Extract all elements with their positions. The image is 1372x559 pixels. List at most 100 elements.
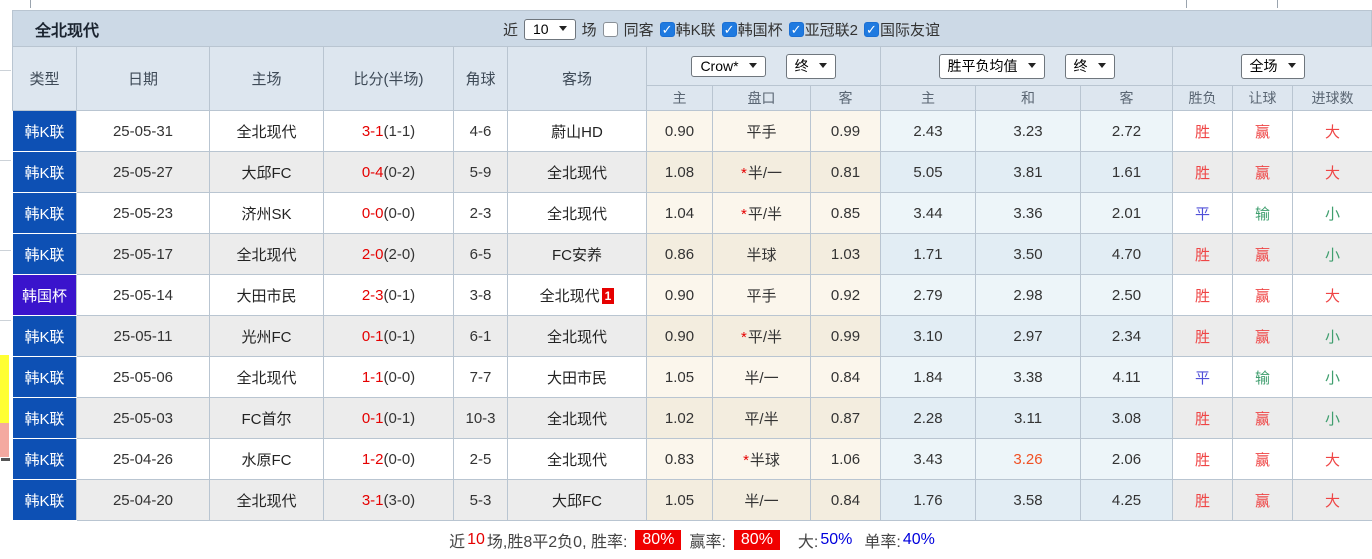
mean-draw-cell: 3.26 — [976, 439, 1081, 480]
odds-home-cell: 0.86 — [647, 234, 713, 275]
away-team-cell[interactable]: 全北现代1 — [508, 275, 647, 316]
sliver-row-line — [0, 320, 11, 321]
footer-summary: 场,胜8平2负0, 胜率: — [487, 528, 627, 552]
score-cell: 0-1(0-1) — [324, 316, 454, 357]
corners-cell: 2-3 — [454, 193, 508, 234]
mean-type-select[interactable]: 胜平负均值 — [939, 54, 1045, 79]
handicap-result-cell: 赢 — [1233, 398, 1293, 439]
handicap-rate-badge: 80% — [734, 530, 780, 550]
scope-select[interactable]: 全场 — [1241, 54, 1305, 79]
handicap-line-cell: 半/一 — [713, 357, 811, 398]
league-checkbox-friendly[interactable] — [864, 22, 879, 37]
odds-time-select[interactable]: 终 — [786, 54, 836, 79]
away-team-cell[interactable]: FC安养 — [508, 234, 647, 275]
odds-home-cell: 0.90 — [647, 275, 713, 316]
league-label-acl2: 亚冠联2 — [805, 19, 858, 40]
home-team-cell[interactable]: 大田市民 — [210, 275, 324, 316]
handicap-line-cell: *半球 — [713, 439, 811, 480]
same-venue-checkbox[interactable] — [603, 22, 618, 37]
match-date-cell: 25-05-06 — [77, 357, 210, 398]
chevron-down-icon — [1288, 63, 1296, 68]
league-checkbox-kleague[interactable] — [660, 22, 675, 37]
away-team-cell[interactable]: 全北现代 — [508, 193, 647, 234]
result-group-header: 全场 — [1173, 47, 1372, 86]
handicap-result-cell: 赢 — [1233, 111, 1293, 152]
handicap-result-cell: 赢 — [1233, 234, 1293, 275]
match-type-cell[interactable]: 韩K联 — [13, 357, 77, 398]
mean-away-cell: 2.72 — [1081, 111, 1173, 152]
handicap-line-cell: 半/一 — [713, 480, 811, 521]
odds-away-cell: 0.84 — [811, 480, 881, 521]
match-type-cell[interactable]: 韩K联 — [13, 316, 77, 357]
match-type-cell[interactable]: 韩K联 — [13, 234, 77, 275]
handicap-result-cell: 赢 — [1233, 316, 1293, 357]
match-history-table: 类型 日期 主场 比分(半场) 角球 客场 Crow* 终 — [12, 46, 1372, 521]
title-band: 全北现代 近 10 场 同客 韩K联 韩国杯 — [12, 10, 1372, 46]
odds-away-cell: 0.81 — [811, 152, 881, 193]
home-team-cell[interactable]: 水原FC — [210, 439, 324, 480]
mean-draw-cell: 2.97 — [976, 316, 1081, 357]
filter-bar: 近 10 场 同客 韩K联 韩国杯 亚冠联2 — [503, 11, 940, 47]
match-type-cell[interactable]: 韩K联 — [13, 193, 77, 234]
home-team-cell[interactable]: FC首尔 — [210, 398, 324, 439]
edge-divider — [1277, 0, 1278, 8]
sliver-yellow-block — [0, 355, 9, 423]
odds-source-select[interactable]: Crow* — [691, 56, 765, 77]
match-type-cell[interactable]: 韩K联 — [13, 152, 77, 193]
handicap-result-cell: 赢 — [1233, 480, 1293, 521]
home-team-cell[interactable]: 全北现代 — [210, 357, 324, 398]
home-team-cell[interactable]: 全北现代 — [210, 234, 324, 275]
table-row: 韩K联 25-05-17 全北现代 2-0(2-0) 6-5 FC安养 0.86… — [13, 234, 1372, 275]
away-team-cell[interactable]: 全北现代 — [508, 152, 647, 193]
star-marker: * — [741, 206, 747, 223]
chevron-down-icon — [749, 63, 757, 68]
mean-draw-cell: 3.50 — [976, 234, 1081, 275]
scope-value: 全场 — [1250, 56, 1278, 76]
mean-away-cell: 2.06 — [1081, 439, 1173, 480]
league-checkbox-acl2[interactable] — [789, 22, 804, 37]
mean-away-cell: 2.50 — [1081, 275, 1173, 316]
home-team-cell[interactable]: 济州SK — [210, 193, 324, 234]
away-team-cell[interactable]: 全北现代 — [508, 439, 647, 480]
match-type-cell[interactable]: 韩K联 — [13, 480, 77, 521]
corners-cell: 6-5 — [454, 234, 508, 275]
sliver-row-line — [0, 160, 11, 161]
away-team-cell[interactable]: 蔚山HD — [508, 111, 647, 152]
handicap-line-cell: 半球 — [713, 234, 811, 275]
subcol-handicap: 让球 — [1233, 86, 1293, 111]
mean-home-cell: 2.28 — [881, 398, 976, 439]
home-team-cell[interactable]: 大邱FC — [210, 152, 324, 193]
away-team-cell[interactable]: 全北现代 — [508, 316, 647, 357]
away-team-cell[interactable]: 全北现代 — [508, 398, 647, 439]
mean-home-cell: 2.79 — [881, 275, 976, 316]
corners-cell: 3-8 — [454, 275, 508, 316]
score-cell: 2-3(0-1) — [324, 275, 454, 316]
league-checkbox-koreacup[interactable] — [722, 22, 737, 37]
home-team-cell[interactable]: 全北现代 — [210, 480, 324, 521]
corners-cell: 7-7 — [454, 357, 508, 398]
home-team-cell[interactable]: 全北现代 — [210, 111, 324, 152]
result-cell: 胜 — [1173, 152, 1233, 193]
mean-home-cell: 1.76 — [881, 480, 976, 521]
result-cell: 平 — [1173, 193, 1233, 234]
mean-home-cell: 3.43 — [881, 439, 976, 480]
away-team-cell[interactable]: 大邱FC — [508, 480, 647, 521]
subcol-result: 胜负 — [1173, 86, 1233, 111]
match-type-cell[interactable]: 韩K联 — [13, 111, 77, 152]
goals-result-cell: 大 — [1293, 275, 1372, 316]
result-cell: 胜 — [1173, 398, 1233, 439]
away-team-cell[interactable]: 大田市民 — [508, 357, 647, 398]
recent-count-select[interactable]: 10 — [524, 19, 576, 40]
home-team-cell[interactable]: 光州FC — [210, 316, 324, 357]
mean-time-select[interactable]: 终 — [1065, 54, 1115, 79]
handicap-result-cell: 输 — [1233, 193, 1293, 234]
col-header-date: 日期 — [77, 47, 210, 111]
match-type-cell[interactable]: 韩K联 — [13, 439, 77, 480]
handicap-line-cell: 平手 — [713, 111, 811, 152]
match-type-cell[interactable]: 韩国杯 — [13, 275, 77, 316]
mean-draw-cell: 3.36 — [976, 193, 1081, 234]
odds-away-cell: 1.06 — [811, 439, 881, 480]
match-type-cell[interactable]: 韩K联 — [13, 398, 77, 439]
match-date-cell: 25-05-31 — [77, 111, 210, 152]
footer-count: 10 — [467, 531, 485, 549]
